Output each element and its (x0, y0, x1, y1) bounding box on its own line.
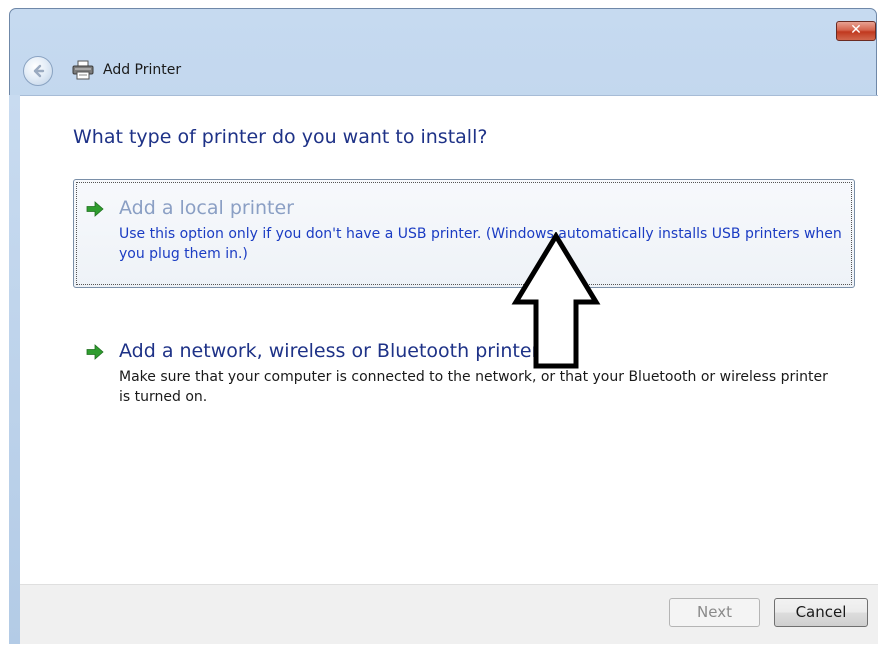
page-heading: What type of printer do you want to inst… (73, 126, 488, 148)
green-arrow-icon (86, 344, 104, 360)
local-printer-title: Add a local printer (119, 197, 294, 219)
cancel-button[interactable]: Cancel (774, 598, 868, 627)
next-button[interactable]: Next (669, 598, 760, 627)
green-arrow-icon (86, 201, 104, 217)
back-arrow-icon (33, 64, 45, 78)
window-title: Add Printer (103, 62, 182, 78)
up-arrow-annotation-icon (511, 232, 601, 369)
network-printer-description: Make sure that your computer is connecte… (119, 369, 828, 405)
back-button[interactable] (23, 56, 53, 86)
printer-icon (72, 60, 94, 80)
network-printer-title[interactable]: Add a network, wireless or Bluetooth pri… (119, 339, 539, 363)
close-button[interactable]: ✕ (836, 21, 876, 41)
local-printer-description: Use this option only if you don't have a… (119, 226, 842, 262)
close-icon: ✕ (850, 22, 862, 38)
window-frame-edge (9, 95, 20, 644)
